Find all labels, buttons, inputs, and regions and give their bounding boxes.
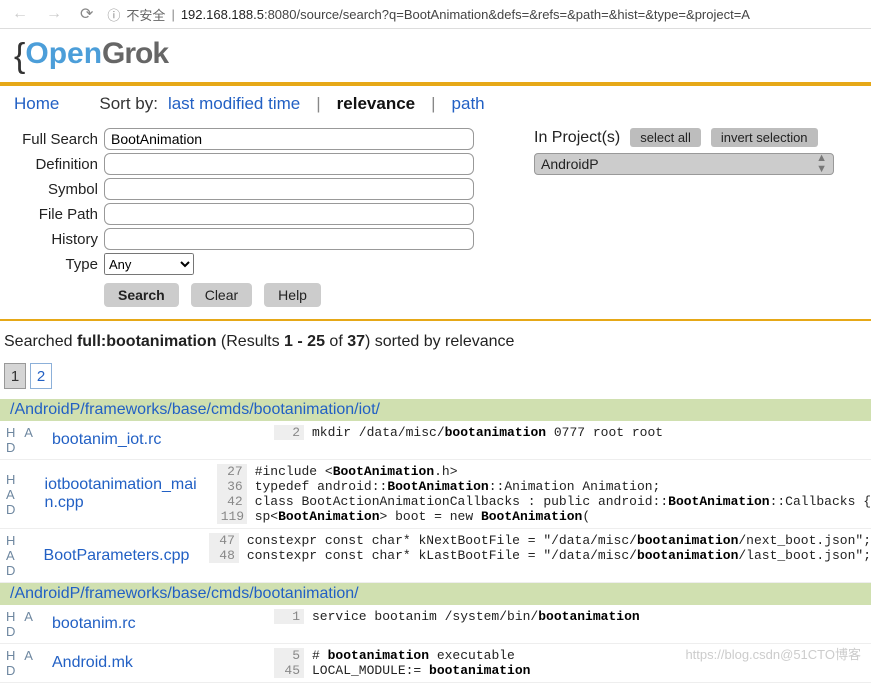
sort-last-modified[interactable]: last modified time (168, 94, 300, 114)
search-button[interactable]: Search (104, 283, 179, 307)
history-label: History (14, 231, 104, 248)
code-snippet[interactable]: 45 LOCAL_MODULE:= bootanimation (274, 663, 871, 678)
result-row: H A Dbootanim.rc1 service bootanim /syste… (0, 605, 871, 644)
file-path-input[interactable] (104, 203, 474, 225)
had-links[interactable]: H A D (0, 648, 44, 678)
snippet-list: 2 mkdir /data/misc/bootanimation 0777 roo… (274, 425, 871, 455)
code-text: mkdir /data/misc/bootanimation 0777 root… (312, 425, 663, 440)
code-text: sp<BootAnimation> boot = new BootAnimati… (255, 509, 590, 524)
line-number: 48 (209, 548, 239, 563)
had-links[interactable]: H A D (0, 609, 44, 639)
line-number: 36 (217, 479, 247, 494)
reload-icon[interactable]: ⟳ (76, 4, 97, 24)
code-snippet[interactable]: 36 typedef android::BootAnimation::Animat… (217, 479, 871, 494)
had-links[interactable]: H A D (0, 533, 36, 578)
in-projects-label: In Project(s) (534, 129, 620, 147)
type-select[interactable]: Any (104, 253, 194, 275)
symbol-label: Symbol (14, 181, 104, 198)
result-row: H A Diotbootanimation_main.cpp27 #include… (0, 460, 871, 529)
help-button[interactable]: Help (264, 283, 321, 307)
code-snippet[interactable]: 1 service bootanim /system/bin/bootanimat… (274, 609, 871, 624)
code-text: #include <BootAnimation.h> (255, 464, 458, 479)
result-row: H A DBootParameters.cpp47 constexpr const… (0, 529, 871, 583)
code-text: class BootActionAnimationCallbacks : pub… (255, 494, 871, 509)
select-all-button[interactable]: select all (630, 128, 701, 147)
line-number: 45 (274, 663, 304, 678)
code-snippet[interactable]: 48 constexpr const char* kLastBootFile = … (209, 548, 871, 563)
had-links[interactable]: H A D (0, 425, 44, 455)
project-selected-value: AndroidP (541, 156, 599, 172)
invert-selection-button[interactable]: invert selection (711, 128, 818, 147)
project-select[interactable]: AndroidP ▲▼ (534, 153, 834, 175)
sort-relevance[interactable]: relevance (337, 94, 415, 114)
stepper-icon[interactable]: ▲▼ (816, 153, 827, 175)
history-input[interactable] (104, 228, 474, 250)
code-snippet[interactable]: 42 class BootActionAnimationCallbacks : p… (217, 494, 871, 509)
project-panel: In Project(s) select all invert selectio… (534, 128, 834, 175)
code-text: LOCAL_MODULE:= bootanimation (312, 663, 530, 678)
page-2[interactable]: 2 (30, 363, 52, 389)
code-text: # bootanimation executable (312, 648, 515, 663)
clear-button[interactable]: Clear (191, 283, 252, 307)
type-label: Type (14, 256, 104, 273)
result-row: H A Dbootanim_iot.rc2 mkdir /data/misc/bo… (0, 421, 871, 460)
url-text: 192.168.188.5:8080/source/search?q=BootA… (181, 7, 750, 22)
directory-header[interactable]: /AndroidP/frameworks/base/cmds/bootanima… (0, 583, 871, 605)
result-summary: Searched full:bootanimation (Results 1 -… (0, 329, 871, 363)
snippet-list: 5 # bootanimation executable 45 LOCAL_MODUL… (274, 648, 871, 678)
code-snippet[interactable]: 119 sp<BootAnimation> boot = new BootAnim… (217, 509, 871, 524)
sort-by-label: Sort by: (99, 94, 158, 114)
search-results: /AndroidP/frameworks/base/cmds/bootanima… (0, 399, 871, 683)
snippet-list: 1 service bootanim /system/bin/bootanimat… (274, 609, 871, 639)
divider (0, 319, 871, 321)
file-link[interactable]: bootanim.rc (44, 613, 274, 635)
definition-label: Definition (14, 156, 104, 173)
browser-toolbar: ← → ⟳ ⓘ 不安全 | 192.168.188.5:8080/source/… (0, 0, 871, 29)
line-number: 119 (217, 509, 247, 524)
back-icon[interactable]: ← (8, 5, 32, 23)
brace-icon: { (14, 37, 25, 75)
file-link[interactable]: Android.mk (44, 652, 274, 674)
info-icon: ⓘ (107, 5, 120, 24)
snippet-list: 47 constexpr const char* kNextBootFile = … (209, 533, 871, 578)
file-link[interactable]: BootParameters.cpp (36, 545, 209, 567)
code-text: typedef android::BootAnimation::Animatio… (255, 479, 661, 494)
definition-input[interactable] (104, 153, 474, 175)
line-number: 27 (217, 464, 247, 479)
had-links[interactable]: H A D (0, 472, 37, 517)
symbol-input[interactable] (104, 178, 474, 200)
code-snippet[interactable]: 5 # bootanimation executable (274, 648, 871, 663)
full-search-input[interactable] (104, 128, 474, 150)
line-number: 42 (217, 494, 247, 509)
code-text: constexpr const char* kLastBootFile = "/… (247, 548, 871, 563)
code-snippet[interactable]: 47 constexpr const char* kNextBootFile = … (209, 533, 871, 548)
code-snippet[interactable]: 27 #include <BootAnimation.h> (217, 464, 871, 479)
address-bar[interactable]: ⓘ 不安全 | 192.168.188.5:8080/source/search… (107, 5, 863, 24)
code-text: service bootanim /system/bin/bootanimati… (312, 609, 640, 624)
file-path-label: File Path (14, 206, 104, 223)
code-snippet[interactable]: 2 mkdir /data/misc/bootanimation 0777 roo… (274, 425, 871, 440)
result-row: H A DAndroid.mk5 # bootanimation executab… (0, 644, 871, 683)
home-link[interactable]: Home (14, 94, 59, 114)
full-search-label: Full Search (14, 131, 104, 148)
line-number: 2 (274, 425, 304, 440)
pagination: 1 2 (0, 363, 871, 399)
opengrok-logo[interactable]: {OpenGrok (0, 29, 871, 80)
page-1[interactable]: 1 (4, 363, 26, 389)
directory-header[interactable]: /AndroidP/frameworks/base/cmds/bootanima… (0, 399, 871, 421)
line-number: 47 (209, 533, 239, 548)
line-number: 1 (274, 609, 304, 624)
line-number: 5 (274, 648, 304, 663)
insecure-label: 不安全 (126, 5, 165, 24)
file-link[interactable]: iotbootanimation_main.cpp (37, 474, 217, 514)
sort-path[interactable]: path (452, 94, 485, 114)
search-form: Full Search Definition Symbol File Path … (14, 128, 474, 307)
top-nav: Home Sort by: last modified time | relev… (0, 86, 871, 128)
code-text: constexpr const char* kNextBootFile = "/… (247, 533, 871, 548)
forward-icon[interactable]: → (42, 5, 66, 23)
snippet-list: 27 #include <BootAnimation.h> 36 typedef an… (217, 464, 871, 524)
file-link[interactable]: bootanim_iot.rc (44, 429, 274, 451)
